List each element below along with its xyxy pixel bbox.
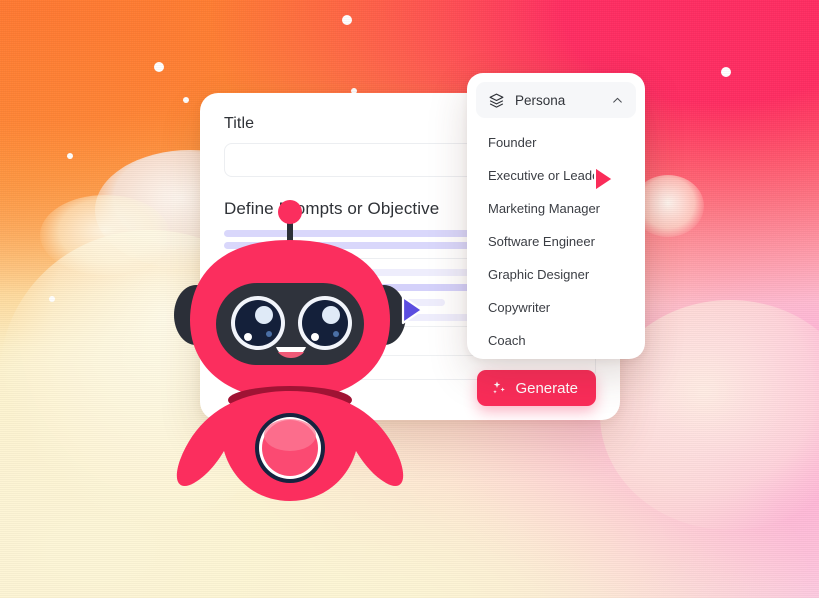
persona-option[interactable]: Software Engineer: [467, 225, 645, 258]
arrow-cursor-blue: [401, 295, 424, 325]
sparkles-icon: [493, 381, 506, 394]
persona-option[interactable]: Coach: [467, 324, 645, 357]
generate-button-label: Generate: [515, 379, 578, 397]
layers-icon: [489, 93, 504, 108]
screenshot-stage: Title Define Prompts or Objective Genera…: [0, 0, 819, 598]
chevron-up-icon[interactable]: [611, 94, 624, 107]
persona-option[interactable]: Graphic Designer: [467, 258, 645, 291]
antenna-bulb: [278, 200, 302, 224]
persona-option[interactable]: Copywriter: [467, 291, 645, 324]
robot-mascot: [174, 200, 406, 501]
arrow-cursor-pink: [594, 166, 614, 192]
persona-dropdown-panel: Persona Founder Executive or Leader Mark…: [467, 73, 645, 359]
persona-option[interactable]: Founder: [467, 126, 645, 159]
persona-option[interactable]: Executive or Leader: [467, 159, 645, 192]
persona-dropdown-label: Persona: [515, 92, 566, 108]
persona-option-list: Founder Executive or Leader Marketing Ma…: [467, 118, 645, 357]
persona-option[interactable]: Marketing Manager: [467, 192, 645, 225]
generate-button[interactable]: Generate: [477, 370, 596, 406]
persona-dropdown-header[interactable]: Persona: [476, 82, 636, 118]
